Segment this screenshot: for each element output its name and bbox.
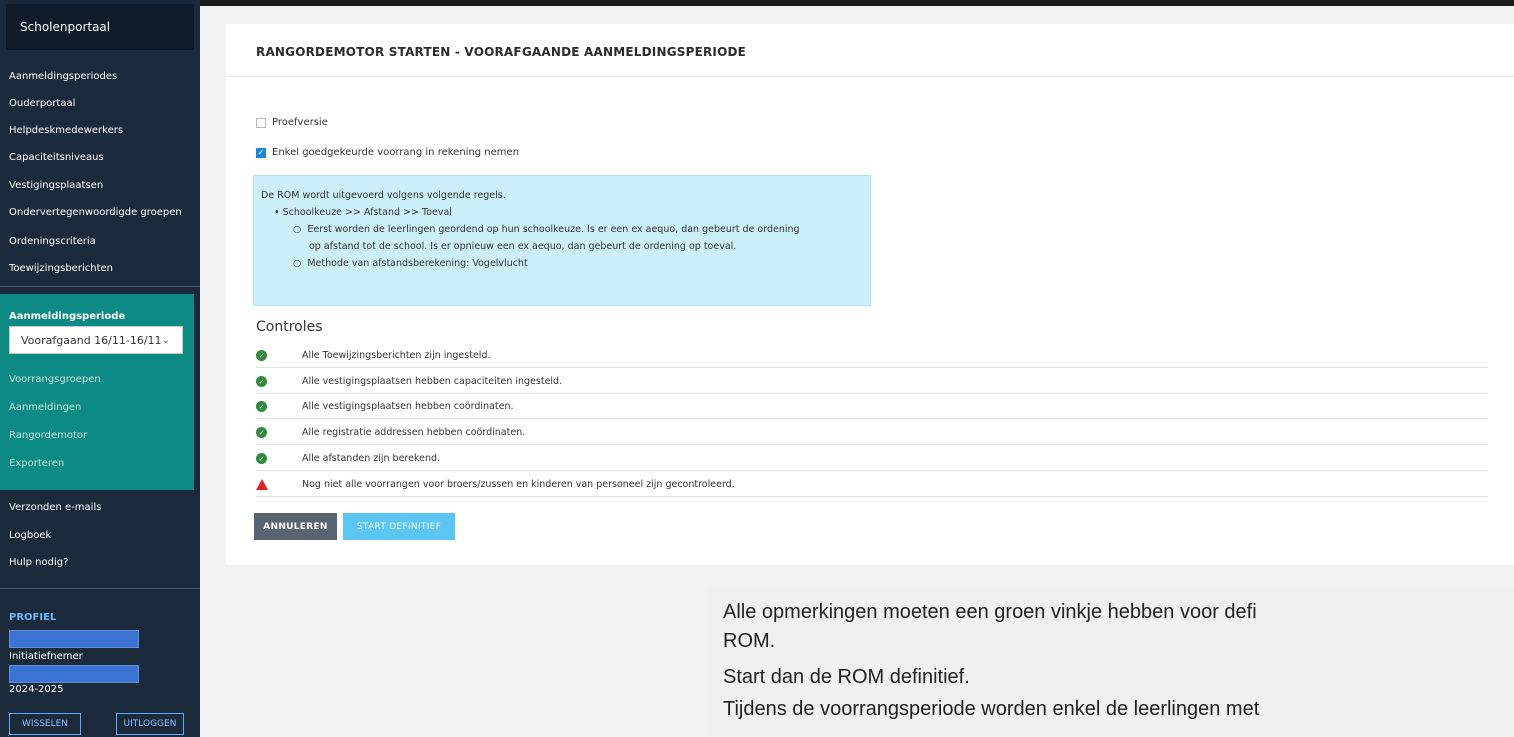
period-section-title: Aanmeldingsperiode xyxy=(9,311,126,322)
sidebar-item-ondervertegenwoordigde-groepen[interactable]: Ondervertegenwoordigde groepen xyxy=(9,207,182,218)
control-text: Alle registratie addressen hebben coördi… xyxy=(302,427,526,438)
check-circle-icon: ✓ xyxy=(256,427,267,438)
period-select[interactable]: Voorafgaand 16/11-16/11 ⌄ xyxy=(9,326,183,354)
approved-priority-checkbox-row[interactable]: ✓ Enkel goedgekeurde voorrang in rekenin… xyxy=(256,147,519,158)
switch-button[interactable]: WISSELEN xyxy=(9,713,81,735)
start-definitive-button[interactable]: START DEFINITIEF xyxy=(343,513,455,540)
main-panel: RANGORDEMOTOR STARTEN - VOORAFGAANDE AAN… xyxy=(226,24,1514,565)
info-method: ○ Methode van afstandsberekening: Vogelv… xyxy=(293,258,528,269)
approved-priority-checkbox[interactable]: ✓ xyxy=(256,147,266,158)
note-line1: Alle opmerkingen moeten een groen vinkje… xyxy=(723,601,1257,623)
control-row: ✓ Alle afstanden zijn berekend. xyxy=(256,448,1488,471)
sidebar-item-vestigingsplaatsen[interactable]: Vestigingsplaatsen xyxy=(9,180,103,191)
controls-title: Controles xyxy=(256,319,323,335)
sidebar-item-rangordemotor[interactable]: Rangordemotor xyxy=(9,430,87,441)
check-circle-icon: ✓ xyxy=(256,401,267,412)
page-title: RANGORDEMOTOR STARTEN - VOORAFGAANDE AAN… xyxy=(256,45,747,59)
control-row: ✓ Alle registratie addressen hebben coör… xyxy=(256,422,1488,445)
sidebar-item-capaciteitsniveaus[interactable]: Capaciteitsniveaus xyxy=(9,152,104,163)
sidebar-divider xyxy=(0,588,200,589)
check-circle-icon: ✓ xyxy=(256,376,267,387)
info-sub-line2: op afstand tot de school. Is er opnieuw … xyxy=(309,241,737,252)
sidebar-divider xyxy=(0,286,200,287)
proefversie-label: Proefversie xyxy=(272,117,328,128)
info-intro: De ROM wordt uitgevoerd volgens volgende… xyxy=(261,190,506,201)
instruction-note: Alle opmerkingen moeten een groen vinkje… xyxy=(706,588,1514,737)
rules-info-box: De ROM wordt uitgevoerd volgens volgende… xyxy=(253,175,871,306)
note-line3: Start dan de ROM definitief. xyxy=(723,666,970,688)
profile-role: Initiatiefnemer xyxy=(9,651,83,662)
sidebar-item-toewijzingsberichten[interactable]: Toewijzingsberichten xyxy=(9,263,113,274)
control-row: Nog niet alle voorrangen voor broers/zus… xyxy=(256,474,1488,497)
logout-button[interactable]: UITLOGGEN xyxy=(116,713,184,735)
control-text: Nog niet alle voorrangen voor broers/zus… xyxy=(302,479,735,490)
check-circle-icon: ✓ xyxy=(256,453,267,464)
redacted-school xyxy=(9,665,139,683)
top-bar xyxy=(200,0,1514,6)
proefversie-checkbox[interactable] xyxy=(256,117,266,128)
control-text: Alle Toewijzingsberichten zijn ingesteld… xyxy=(302,350,491,361)
note-line2: ROM. xyxy=(723,630,776,652)
control-text: Alle vestigingsplaatsen hebben capacitei… xyxy=(302,376,563,387)
control-row: ✓ Alle Toewijzingsberichten zijn ingeste… xyxy=(256,345,1488,368)
sidebar: Scholenportaal Aanmeldingsperiodes Ouder… xyxy=(0,0,200,737)
sidebar-item-aanmeldingsperiodes[interactable]: Aanmeldingsperiodes xyxy=(9,71,117,82)
sidebar-item-helpdeskmedewerkers[interactable]: Helpdeskmedewerkers xyxy=(9,125,123,136)
check-circle-icon: ✓ xyxy=(256,350,267,361)
approved-priority-label: Enkel goedgekeurde voorrang in rekening … xyxy=(272,147,520,158)
circle-bullet-icon: ○ xyxy=(293,224,308,235)
info-rule: • Schoolkeuze >> Afstand >> Toeval xyxy=(274,207,452,218)
title-divider xyxy=(226,76,1514,77)
sidebar-item-ouderportaal[interactable]: Ouderportaal xyxy=(9,98,75,109)
sidebar-item-aanmeldingen[interactable]: Aanmeldingen xyxy=(9,402,81,413)
proefversie-checkbox-row[interactable]: Proefversie xyxy=(256,117,328,128)
warning-icon xyxy=(256,479,268,490)
circle-bullet-icon: ○ xyxy=(293,258,308,269)
note-line4: Tijdens de voorrangsperiode worden enkel… xyxy=(723,698,1260,720)
control-row: ✓ Alle vestigingsplaatsen hebben coördin… xyxy=(256,396,1488,419)
period-select-value: Voorafgaand 16/11-16/11 xyxy=(21,333,162,347)
cancel-button[interactable]: ANNULEREN xyxy=(254,513,337,540)
sidebar-item-hulp-nodig[interactable]: Hulp nodig? xyxy=(9,557,68,568)
sidebar-item-exporteren[interactable]: Exporteren xyxy=(9,458,64,469)
chevron-down-icon: ⌄ xyxy=(161,335,170,346)
sidebar-item-ordeningscriteria[interactable]: Ordeningscriteria xyxy=(9,236,96,247)
control-text: Alle vestigingsplaatsen hebben coördinat… xyxy=(302,401,514,412)
sidebar-item-verzonden-emails[interactable]: Verzonden e-mails xyxy=(9,502,101,513)
profile-year: 2024-2025 xyxy=(9,684,64,695)
redacted-name xyxy=(9,630,139,648)
profile-title: PROFIEL xyxy=(9,612,57,623)
info-sub-line1: ○ Eerst worden de leerlingen geordend op… xyxy=(293,224,800,235)
portal-title[interactable]: Scholenportaal xyxy=(6,4,194,50)
sidebar-item-logboek[interactable]: Logboek xyxy=(9,530,51,541)
control-row: ✓ Alle vestigingsplaatsen hebben capacit… xyxy=(256,371,1488,394)
bullet-icon: • xyxy=(274,207,283,218)
sidebar-item-voorrangsgroepen[interactable]: Voorrangsgroepen xyxy=(9,374,101,385)
control-text: Alle afstanden zijn berekend. xyxy=(302,453,441,464)
